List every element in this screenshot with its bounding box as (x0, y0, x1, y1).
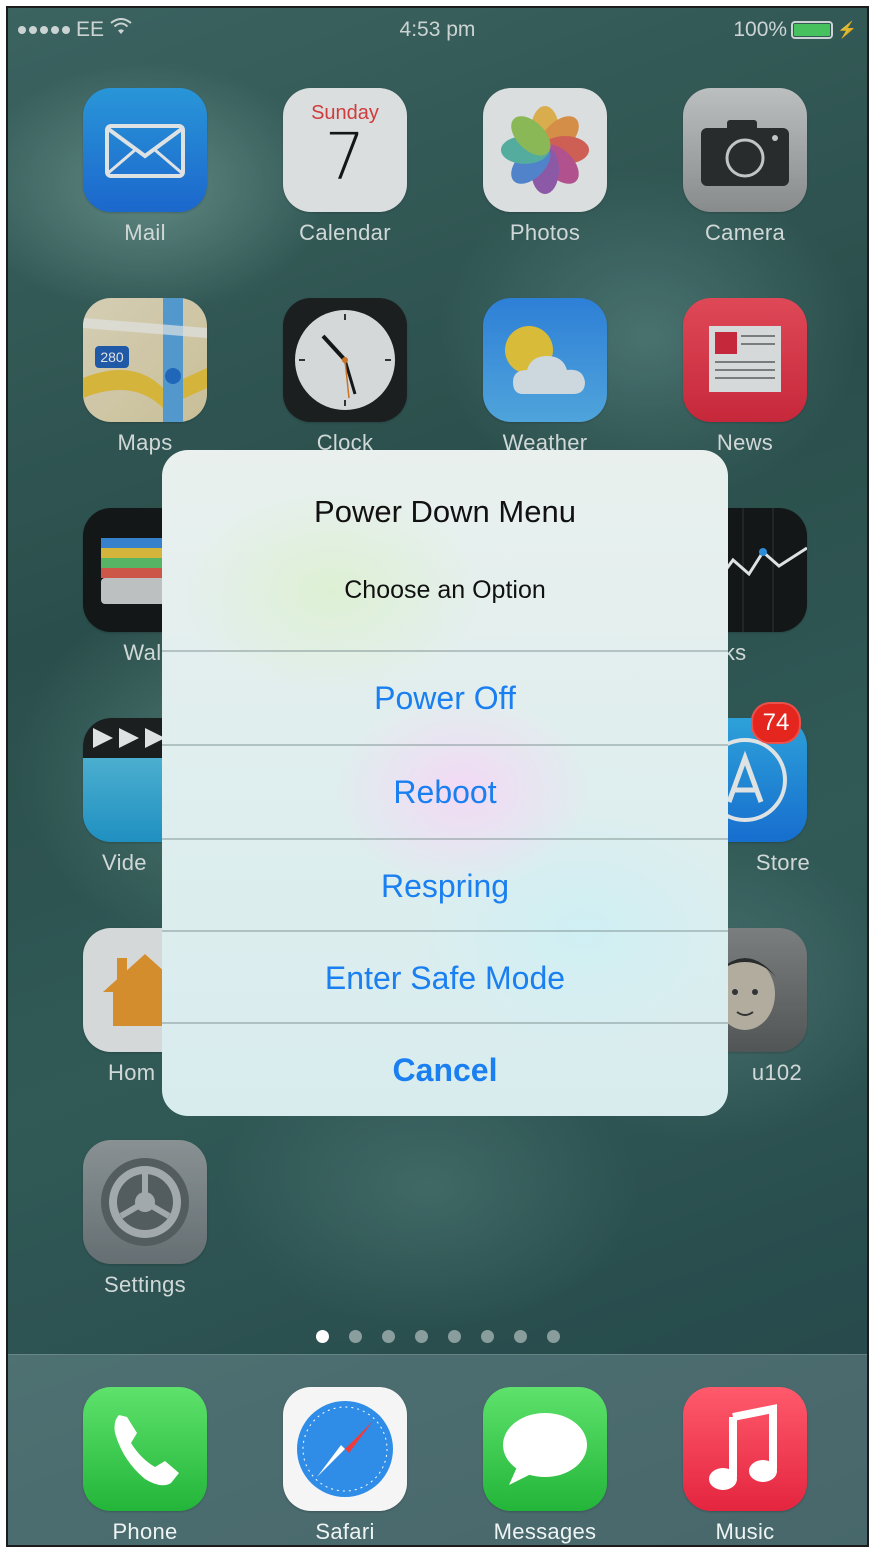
notification-badge: 74 (751, 702, 801, 744)
messages-icon (483, 1387, 607, 1511)
app-label: Messages (493, 1519, 597, 1544)
safari-icon (283, 1387, 407, 1511)
app-label: Safari (315, 1519, 375, 1544)
page-dot (546, 1330, 560, 1343)
page-dot (348, 1330, 362, 1343)
cancel-button[interactable]: Cancel (162, 1022, 728, 1116)
page-dot (315, 1330, 329, 1343)
page-indicator[interactable] (8, 1330, 867, 1343)
phone-icon (83, 1387, 207, 1511)
alert-message: Choose an Option (344, 576, 546, 604)
dock-app-safari[interactable]: Safari (280, 1387, 410, 1545)
alert-title: Power Down Menu (314, 494, 576, 529)
page-dot (513, 1330, 527, 1343)
home-screen: EE 4:53 pm 100% ⚡ Mail Sunday 7 Calendar (6, 6, 869, 1547)
dock-app-messages[interactable]: Messages (480, 1387, 610, 1545)
app-label: Phone (112, 1519, 178, 1544)
app-label: Music (715, 1519, 775, 1544)
music-icon (683, 1387, 807, 1511)
page-dot (447, 1330, 461, 1343)
dock-app-music[interactable]: Music (680, 1387, 810, 1545)
power-down-alert: Power Down Menu Choose an Option Power O… (162, 450, 728, 1116)
respring-button[interactable]: Respring (162, 838, 728, 932)
dock: Phone Safari Messages Music (8, 1354, 867, 1545)
enter-safe-mode-button[interactable]: Enter Safe Mode (162, 930, 728, 1024)
page-dot (414, 1330, 428, 1343)
dock-app-phone[interactable]: Phone (80, 1387, 210, 1545)
page-dot (381, 1330, 395, 1343)
reboot-button[interactable]: Reboot (162, 744, 728, 838)
page-dot (480, 1330, 494, 1343)
power-off-button[interactable]: Power Off (162, 650, 728, 744)
